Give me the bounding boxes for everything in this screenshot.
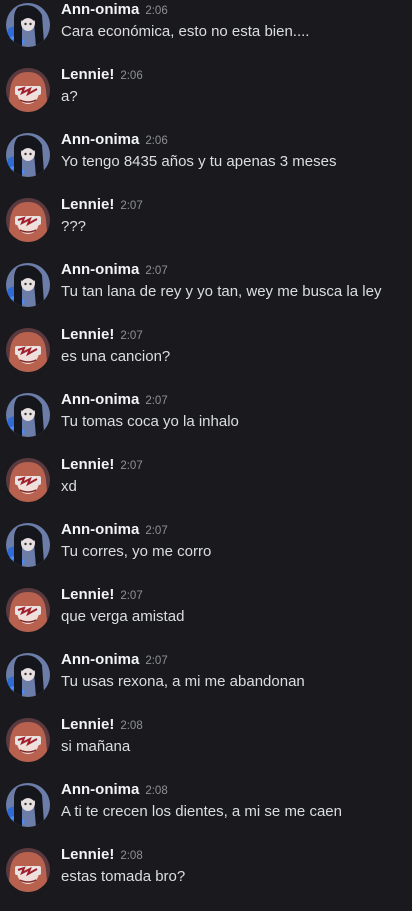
avatar-lennie[interactable]: [6, 718, 50, 762]
chat-message: Lennie! 2:06 a?: [0, 65, 412, 131]
author-name[interactable]: Ann-onima: [61, 521, 139, 538]
avatar-lennie[interactable]: [6, 328, 50, 372]
message-header: Ann-onima 2:07: [61, 261, 168, 278]
avatar-lennie[interactable]: [6, 68, 50, 112]
avatar-lennie[interactable]: [6, 198, 50, 242]
chat-message: Ann-onima 2:06 Cara económica, esto no es…: [0, 0, 412, 66]
chat-message: Lennie! 2:07 xd: [0, 455, 412, 521]
chat-message: Lennie! 2:07 ???: [0, 195, 412, 261]
message-timestamp[interactable]: 2:07: [145, 655, 167, 667]
message-timestamp[interactable]: 2:07: [120, 460, 142, 472]
author-name[interactable]: Ann-onima: [61, 651, 139, 668]
message-timestamp[interactable]: 2:07: [145, 395, 167, 407]
message-text: ???: [61, 218, 87, 235]
message-header: Ann-onima 2:07: [61, 521, 168, 538]
avatar-ann-onima[interactable]: [6, 393, 50, 437]
author-name[interactable]: Ann-onima: [61, 781, 139, 798]
message-timestamp[interactable]: 2:06: [145, 135, 167, 147]
avatar-lennie[interactable]: [6, 848, 50, 892]
avatar-lennie[interactable]: [6, 458, 50, 502]
chat-message: Lennie! 2:08 estas tomada bro?: [0, 845, 412, 911]
message-header: Lennie! 2:07: [61, 196, 143, 213]
message-text: xd: [61, 478, 77, 495]
message-timestamp[interactable]: 2:07: [145, 525, 167, 537]
message-header: Lennie! 2:07: [61, 326, 143, 343]
message-header: Lennie! 2:08: [61, 716, 143, 733]
message-timestamp[interactable]: 2:07: [120, 200, 142, 212]
avatar-ann-onima[interactable]: [6, 263, 50, 307]
avatar-lennie[interactable]: [6, 588, 50, 632]
message-timestamp[interactable]: 2:07: [145, 265, 167, 277]
chat-message: Lennie! 2:07 que verga amistad: [0, 585, 412, 651]
avatar-ann-onima[interactable]: [6, 653, 50, 697]
author-name[interactable]: Lennie!: [61, 716, 114, 733]
author-name[interactable]: Ann-onima: [61, 261, 139, 278]
avatar-ann-onima[interactable]: [6, 3, 50, 47]
message-text: Tu tomas coca yo la inhalo: [61, 413, 239, 430]
message-timestamp[interactable]: 2:06: [120, 70, 142, 82]
author-name[interactable]: Lennie!: [61, 586, 114, 603]
message-header: Lennie! 2:07: [61, 456, 143, 473]
message-text: que verga amistad: [61, 608, 185, 625]
message-header: Lennie! 2:07: [61, 586, 143, 603]
message-text: es una cancion?: [61, 348, 171, 365]
author-name[interactable]: Ann-onima: [61, 391, 139, 408]
message-header: Ann-onima 2:06: [61, 131, 168, 148]
message-text: estas tomada bro?: [61, 868, 186, 885]
chat-message: Ann-onima 2:07 Tu corres, yo me corro: [0, 520, 412, 586]
avatar-ann-onima[interactable]: [6, 133, 50, 177]
author-name[interactable]: Lennie!: [61, 196, 114, 213]
chat-message: Ann-onima 2:08 A ti te crecen los dientes…: [0, 780, 412, 846]
author-name[interactable]: Lennie!: [61, 66, 114, 83]
message-text: Tu corres, yo me corro: [61, 543, 212, 560]
message-text: A ti te crecen los dientes, a mi se me c…: [61, 803, 342, 820]
message-text: Cara económica, esto no esta bien....: [61, 23, 310, 40]
message-text: Tu usas rexona, a mi me abandonan: [61, 673, 305, 690]
chat-message: Ann-onima 2:06 Yo tengo 8435 años y tu ap…: [0, 130, 412, 196]
message-text: Tu tan lana de rey y yo tan, wey me busc…: [61, 283, 382, 300]
author-name[interactable]: Lennie!: [61, 846, 114, 863]
author-name[interactable]: Lennie!: [61, 456, 114, 473]
message-header: Lennie! 2:08: [61, 846, 143, 863]
message-header: Ann-onima 2:06: [61, 1, 168, 18]
message-timestamp[interactable]: 2:08: [145, 785, 167, 797]
message-timestamp[interactable]: 2:08: [120, 850, 142, 862]
message-text: a?: [61, 88, 78, 105]
chat-message: Ann-onima 2:07 Tu usas rexona, a mi me ab…: [0, 650, 412, 716]
chat-message: Ann-onima 2:07 Tu tan lana de rey y yo ta…: [0, 260, 412, 326]
message-timestamp[interactable]: 2:06: [145, 5, 167, 17]
author-name[interactable]: Lennie!: [61, 326, 114, 343]
message-timestamp[interactable]: 2:07: [120, 590, 142, 602]
avatar-ann-onima[interactable]: [6, 523, 50, 567]
message-timestamp[interactable]: 2:07: [120, 330, 142, 342]
chat-message-list[interactable]: Ann-onima 2:06 Cara económica, esto no es…: [0, 0, 412, 892]
chat-message: Lennie! 2:07 es una cancion?: [0, 325, 412, 391]
chat-message: Lennie! 2:08 si mañana: [0, 715, 412, 781]
message-header: Ann-onima 2:07: [61, 651, 168, 668]
message-text: Yo tengo 8435 años y tu apenas 3 meses: [61, 153, 337, 170]
message-header: Ann-onima 2:07: [61, 391, 168, 408]
author-name[interactable]: Ann-onima: [61, 1, 139, 18]
message-header: Lennie! 2:06: [61, 66, 143, 83]
author-name[interactable]: Ann-onima: [61, 131, 139, 148]
message-header: Ann-onima 2:08: [61, 781, 168, 798]
avatar-ann-onima[interactable]: [6, 783, 50, 827]
message-timestamp[interactable]: 2:08: [120, 720, 142, 732]
chat-message: Ann-onima 2:07 Tu tomas coca yo la inhalo: [0, 390, 412, 456]
message-text: si mañana: [61, 738, 131, 755]
